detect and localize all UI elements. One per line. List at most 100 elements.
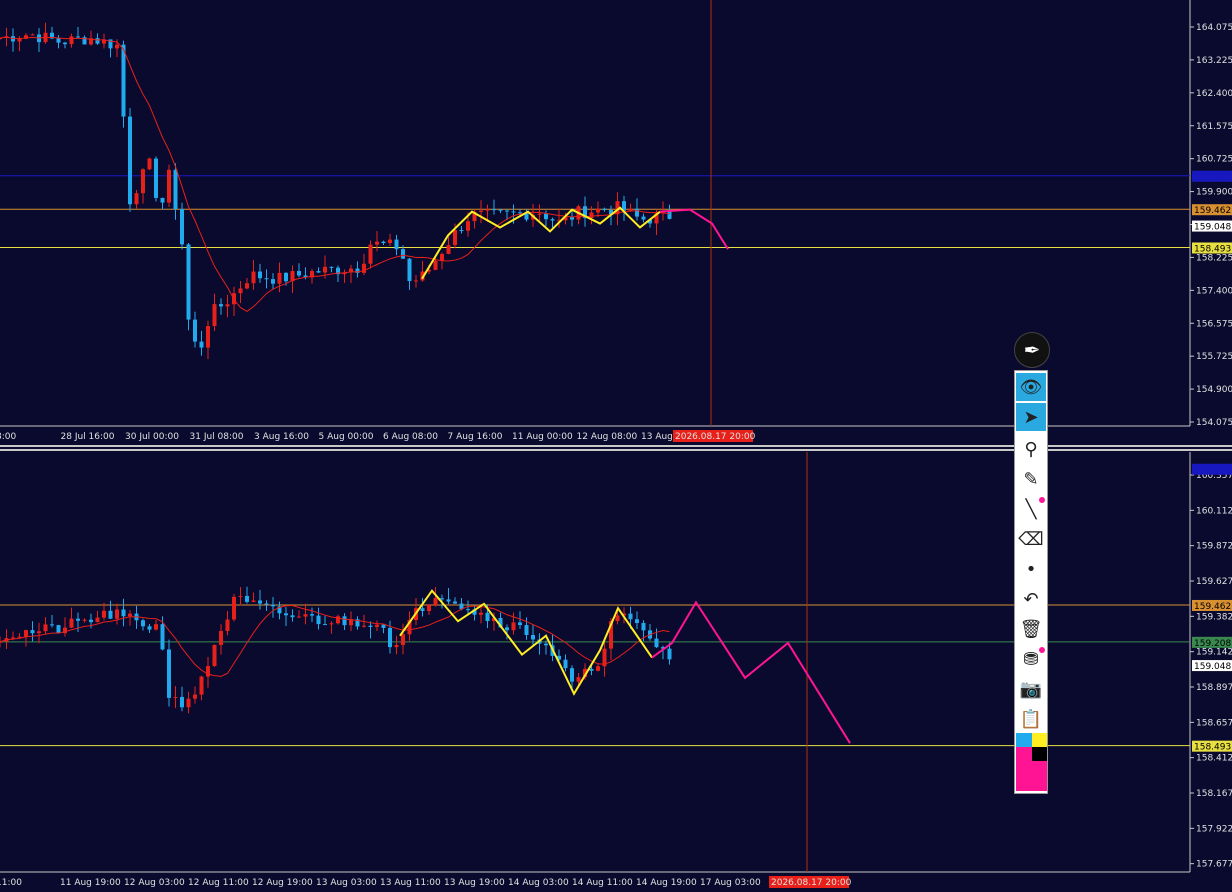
cursor-arrow-glyph: ➤: [1023, 406, 1039, 428]
candle-body: [342, 616, 347, 626]
swatch-cyan[interactable]: [1016, 733, 1032, 747]
camera-glyph: 📷: [1019, 678, 1043, 700]
candle-body: [518, 622, 522, 626]
price-tick-label: 163.225: [1196, 56, 1232, 66]
candle-body: [284, 272, 288, 282]
candle-body: [466, 609, 470, 611]
paint-bucket-glyph: ⛃: [1023, 648, 1039, 670]
candle-body: [628, 208, 633, 211]
candle-body: [24, 630, 28, 637]
swatch-pink-2[interactable]: [1032, 761, 1047, 791]
candle-body: [206, 666, 210, 677]
time-tick-label: 14 Aug 03:00: [508, 878, 569, 888]
candle-body: [316, 271, 321, 273]
candle-body: [596, 208, 600, 213]
candle-body: [635, 208, 639, 217]
eye-icon[interactable]: 👁: [1016, 373, 1046, 401]
price-tick-label: 159.872: [1196, 542, 1232, 552]
candle-body: [134, 193, 139, 205]
eraser-icon[interactable]: ⌫: [1016, 525, 1046, 553]
candle-body: [76, 618, 80, 621]
time-tick-label: 11 Aug 00:00: [512, 432, 573, 442]
time-tick-label: 12 Aug 11:00: [188, 878, 249, 888]
eraser-pen-icon[interactable]: ✎: [1016, 465, 1046, 493]
candle-body: [440, 253, 444, 261]
candle-body: [375, 241, 379, 245]
camera-icon[interactable]: 📷: [1016, 675, 1046, 703]
price-tick-label: 164.075: [1196, 23, 1232, 33]
price-tick-label: 159.900: [1196, 188, 1232, 198]
swatch-pink[interactable]: [1016, 747, 1032, 791]
candle-body: [206, 326, 210, 348]
candle-body: [433, 260, 438, 270]
candle-body: [479, 612, 483, 615]
price-tick-label: 157.677: [1196, 860, 1232, 870]
trash-icon[interactable]: 🗑: [1016, 615, 1046, 643]
candle-body: [641, 622, 646, 631]
candle-body: [316, 615, 321, 625]
price-badge-label: 159.048: [1194, 662, 1231, 672]
candle-body: [453, 601, 457, 604]
candle-body: [511, 622, 516, 631]
candle-body: [219, 631, 223, 645]
pen-logo-glyph: ✒: [1023, 338, 1041, 362]
time-tick-label: 6 Aug 08:00: [383, 432, 438, 442]
undo-icon[interactable]: ↶: [1016, 585, 1046, 613]
candle-body: [427, 605, 431, 612]
candle-body: [368, 625, 373, 627]
candle-body: [232, 596, 236, 620]
swatch-black[interactable]: [1032, 747, 1047, 761]
cursor-time-label: 2026.08.17 20:00: [675, 432, 756, 442]
candle-body: [544, 643, 548, 646]
candle-body: [238, 595, 243, 597]
candle-body: [154, 624, 158, 630]
swatch-yellow[interactable]: [1032, 733, 1047, 747]
time-tick-label: 28 Jul 16:00: [61, 432, 115, 442]
clipboard-icon[interactable]: 📋: [1016, 705, 1046, 733]
price-tick-label: 157.400: [1196, 286, 1232, 296]
candle-body: [17, 38, 22, 42]
candle-body: [589, 212, 594, 218]
candle-body: [115, 44, 119, 49]
dot-icon[interactable]: •: [1016, 555, 1046, 583]
candle-body: [251, 271, 256, 284]
trash-glyph: 🗑: [1019, 618, 1043, 640]
candle-body: [141, 620, 145, 627]
candle-body: [635, 619, 639, 623]
price-tick-label: 160.112: [1196, 506, 1232, 516]
pen-logo-icon[interactable]: ✒: [1014, 332, 1050, 368]
time-tick-label: 5 Aug 00:00: [319, 432, 374, 442]
candle-body: [82, 619, 87, 621]
candle-body: [440, 598, 444, 600]
time-tick-label: 8:00: [0, 432, 16, 442]
candle-body: [95, 38, 100, 44]
candle-body: [485, 612, 490, 622]
candle-body: [199, 341, 204, 348]
candle-body: [563, 659, 568, 669]
candle-body: [219, 304, 223, 307]
candle-body: [199, 676, 204, 695]
candle-body: [667, 648, 672, 660]
candle-body: [544, 213, 548, 220]
candle-body: [89, 619, 93, 623]
price-badge-label: 160.400: [1194, 466, 1231, 476]
candle-body: [56, 625, 61, 634]
candle-body: [173, 169, 178, 210]
candle-body: [615, 615, 620, 622]
candle-body: [193, 694, 197, 699]
candle-body: [479, 210, 483, 212]
time-tick-label: 11 Aug 19:00: [60, 878, 121, 888]
time-tick-label: 13 Aug 11:00: [380, 878, 441, 888]
color-indicator-dot: [1039, 647, 1045, 653]
cursor-arrow-icon[interactable]: ➤: [1016, 403, 1046, 431]
price-badge-label: 160.310: [1194, 173, 1231, 183]
magnet-icon[interactable]: ⚲: [1016, 435, 1046, 463]
candle-body: [505, 627, 509, 631]
candle-body: [121, 44, 126, 117]
candle-body: [394, 645, 399, 648]
candle-body: [589, 668, 594, 671]
price-badge-label: 159.208: [1194, 639, 1231, 649]
candle-body: [193, 319, 197, 342]
color-indicator-dot: [1039, 497, 1045, 503]
candle-body: [251, 600, 256, 602]
